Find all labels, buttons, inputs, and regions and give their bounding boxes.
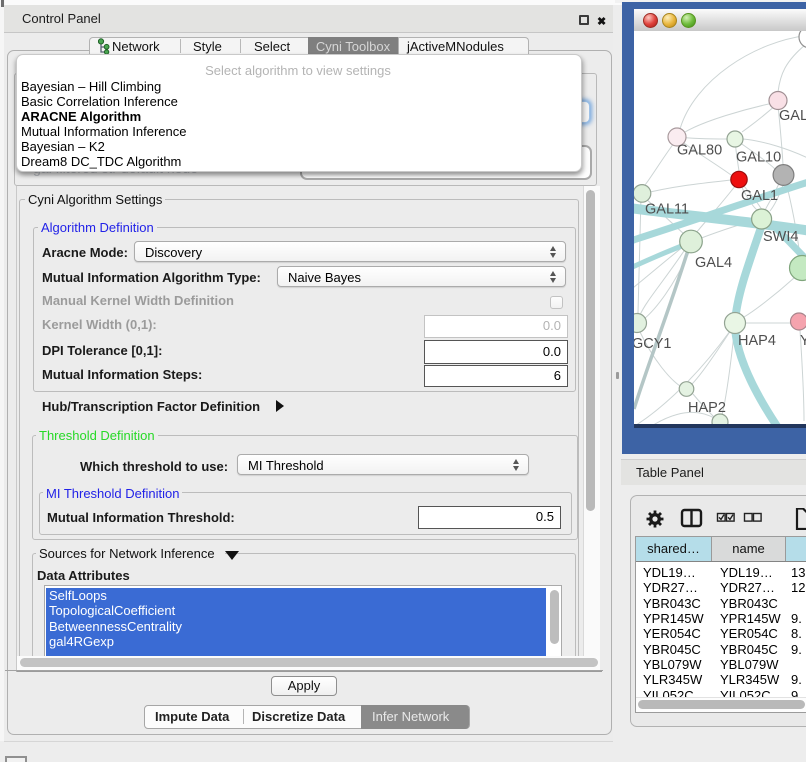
- svg-text:GAL1: GAL1: [741, 188, 778, 204]
- svg-text:HAP2: HAP2: [688, 400, 726, 416]
- svg-text:SWI4: SWI4: [763, 229, 798, 245]
- svg-text:GAL80: GAL80: [677, 143, 722, 159]
- svg-text:GAL11: GAL11: [645, 202, 689, 218]
- svg-text:HAP4: HAP4: [738, 333, 776, 349]
- svg-text:GAL10: GAL10: [736, 150, 781, 166]
- svg-text:GAL4: GAL4: [695, 255, 732, 271]
- svg-text:GCY1: GCY1: [634, 336, 672, 352]
- svg-text:Y: Y: [800, 333, 806, 349]
- svg-text:GAL: GAL: [779, 108, 806, 124]
